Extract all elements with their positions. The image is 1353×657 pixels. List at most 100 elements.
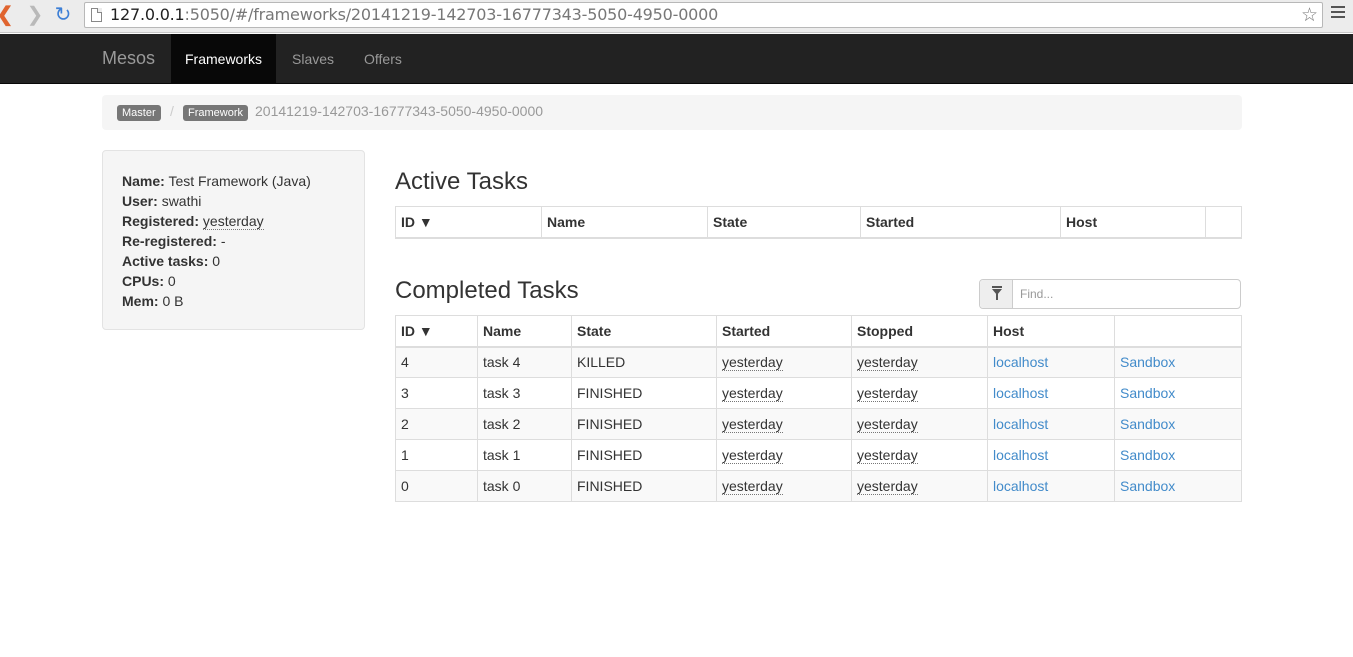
task-sandbox-link[interactable]: Sandbox — [1120, 354, 1175, 370]
completed-tasks-title: Completed Tasks — [395, 277, 579, 304]
task-host-link[interactable]: localhost — [993, 478, 1048, 494]
active-col-state[interactable]: State — [707, 206, 861, 239]
framework-info-panel: Name: Test Framework (Java) User: swathi… — [102, 150, 365, 330]
task-stopped-cell: yesterday — [851, 439, 988, 471]
info-user-row: User: swathi — [122, 191, 311, 211]
active-tasks-table: ID ▼ Name State Started Host — [395, 206, 1242, 239]
active-tasks-header-row: ID ▼ Name State Started Host — [395, 206, 1242, 239]
info-registered-row: Registered: yesterday — [122, 211, 311, 231]
address-bar[interactable]: 127.0.0.1:5050/#/frameworks/20141219-142… — [84, 2, 1323, 28]
task-stopped-cell: yesterday — [851, 346, 988, 378]
table-row: 3 task 3 FINISHED yesterday yesterday lo… — [395, 377, 1242, 409]
task-stopped: yesterday — [857, 354, 918, 372]
task-state: FINISHED — [571, 439, 717, 471]
task-id: 3 — [395, 377, 478, 409]
nav-frameworks[interactable]: Frameworks — [171, 34, 277, 84]
task-started: yesterday — [722, 447, 783, 464]
completed-col-started[interactable]: Started — [716, 315, 852, 348]
filter-addon — [980, 280, 1013, 308]
active-col-started[interactable]: Started — [860, 206, 1061, 239]
active-col-sandbox — [1205, 206, 1242, 239]
top-navbar: Mesos Frameworks Slaves Offers — [0, 34, 1353, 84]
table-row: 0 task 0 FINISHED yesterday yesterday lo… — [395, 470, 1242, 502]
task-state: FINISHED — [571, 470, 717, 502]
reload-icon[interactable]: ↻ — [52, 5, 74, 27]
info-cpus-value: 0 — [167, 273, 176, 289]
task-name: task 0 — [477, 470, 572, 502]
task-host-link[interactable]: localhost — [993, 385, 1048, 401]
task-state: FINISHED — [571, 408, 717, 440]
info-mem-row: Mem: 0 B — [122, 291, 311, 311]
filter-input[interactable] — [1020, 285, 1230, 303]
info-user-label: User: — [122, 193, 158, 209]
info-registered-label: Registered: — [122, 213, 200, 229]
completed-col-sandbox — [1114, 315, 1242, 348]
completed-col-id[interactable]: ID ▼ — [395, 315, 478, 348]
forward-arrow-icon[interactable]: ❯ — [24, 5, 46, 27]
task-filter — [979, 279, 1241, 309]
info-user-value: swathi — [161, 193, 202, 209]
task-stopped: yesterday — [857, 416, 918, 433]
page-icon — [91, 8, 102, 22]
task-sandbox-link[interactable]: Sandbox — [1120, 416, 1175, 432]
info-active-tasks-value: 0 — [212, 253, 221, 269]
bookmark-star-icon[interactable]: ☆ — [1301, 4, 1318, 27]
task-sandbox-link[interactable]: Sandbox — [1120, 385, 1175, 401]
task-started-cell: yesterday — [716, 408, 852, 440]
url-text[interactable]: 127.0.0.1:5050/#/frameworks/20141219-142… — [110, 5, 718, 25]
table-row: 4 task 4 KILLED yesterday yesterday loca… — [395, 346, 1242, 378]
task-id: 4 — [395, 346, 478, 378]
task-stopped: yesterday — [857, 478, 918, 495]
completed-col-name[interactable]: Name — [477, 315, 572, 348]
brand-link[interactable]: Mesos — [102, 48, 155, 69]
task-started: yesterday — [722, 354, 783, 372]
task-host-cell: localhost — [987, 346, 1115, 378]
task-stopped-cell: yesterday — [851, 470, 988, 502]
task-sandbox-cell: Sandbox — [1114, 408, 1242, 440]
task-stopped-cell: yesterday — [851, 408, 988, 440]
task-id: 2 — [395, 408, 478, 440]
task-id: 0 — [395, 470, 478, 502]
task-sandbox-cell: Sandbox — [1114, 377, 1242, 409]
active-col-id[interactable]: ID ▼ — [395, 206, 542, 239]
task-name: task 1 — [477, 439, 572, 471]
browser-menu-icon[interactable] — [1331, 6, 1345, 22]
task-started-cell: yesterday — [716, 439, 852, 471]
task-host-cell: localhost — [987, 408, 1115, 440]
filter-icon — [992, 286, 1002, 300]
task-started: yesterday — [722, 478, 783, 495]
task-host-cell: localhost — [987, 439, 1115, 471]
completed-tasks-table: ID ▼ Name State Started Stopped Host 4 t… — [395, 315, 1242, 502]
table-row: 1 task 1 FINISHED yesterday yesterday lo… — [395, 439, 1242, 471]
completed-col-host[interactable]: Host — [987, 315, 1115, 348]
active-tasks-title: Active Tasks — [395, 168, 528, 195]
active-col-host[interactable]: Host — [1060, 206, 1206, 239]
task-host-link[interactable]: localhost — [993, 416, 1048, 432]
active-col-name[interactable]: Name — [541, 206, 708, 239]
task-sandbox-link[interactable]: Sandbox — [1120, 478, 1175, 494]
info-name-label: Name: — [122, 173, 165, 189]
task-stopped: yesterday — [857, 385, 918, 402]
task-started-cell: yesterday — [716, 470, 852, 502]
task-started: yesterday — [722, 385, 783, 402]
task-stopped-cell: yesterday — [851, 377, 988, 409]
url-path: :5050/#/frameworks/20141219-142703-16777… — [184, 5, 719, 24]
nav-offers[interactable]: Offers — [350, 34, 416, 84]
task-state: KILLED — [571, 346, 717, 378]
back-arrow-icon[interactable]: ❮ — [0, 5, 16, 27]
info-active-tasks-row: Active tasks: 0 — [122, 251, 311, 271]
completed-col-state[interactable]: State — [571, 315, 717, 348]
info-mem-label: Mem: — [122, 293, 159, 309]
task-host-link[interactable]: localhost — [993, 447, 1048, 463]
completed-tasks-header-row: ID ▼ Name State Started Stopped Host — [395, 315, 1242, 348]
task-sandbox-link[interactable]: Sandbox — [1120, 447, 1175, 463]
browser-toolbar: ❮ ❯ ↻ 127.0.0.1:5050/#/frameworks/201412… — [0, 0, 1353, 33]
info-mem-value: 0 B — [162, 293, 184, 309]
task-host-link[interactable]: localhost — [993, 354, 1048, 370]
completed-col-stopped[interactable]: Stopped — [851, 315, 988, 348]
task-id: 1 — [395, 439, 478, 471]
breadcrumb-master[interactable]: Master — [117, 105, 161, 121]
nav-slaves[interactable]: Slaves — [278, 34, 348, 84]
info-name-row: Name: Test Framework (Java) — [122, 171, 311, 191]
info-reregistered-value: - — [220, 233, 226, 249]
